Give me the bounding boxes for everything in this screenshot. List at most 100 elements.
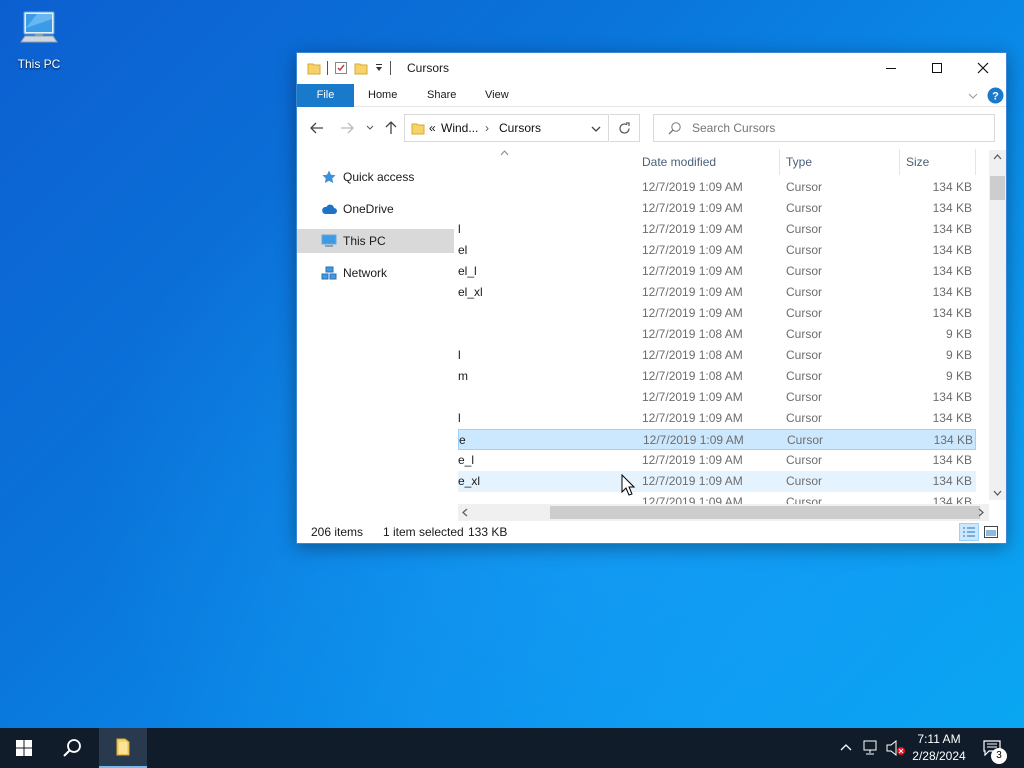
- start-button[interactable]: [0, 728, 48, 768]
- type-cell: Cursor: [786, 348, 823, 362]
- minimize-button[interactable]: [868, 53, 914, 83]
- refresh-button[interactable]: [610, 114, 640, 142]
- nav-item-quick-access[interactable]: Quick access: [297, 165, 454, 189]
- recent-locations-button[interactable]: [360, 118, 380, 138]
- type-cell: Cursor: [786, 369, 823, 383]
- expand-ribbon-icon[interactable]: [968, 92, 978, 100]
- file-name: e_xl: [458, 474, 481, 488]
- date-modified-cell: 12/7/2019 1:09 AM: [642, 201, 743, 215]
- type-cell: Cursor: [787, 433, 824, 447]
- horizontal-scrollbar[interactable]: [458, 504, 989, 521]
- help-icon[interactable]: ?: [987, 87, 1004, 104]
- size-cell: 9 KB: [945, 327, 972, 341]
- table-row[interactable]: 12/7/2019 1:08 AM Cursor 9 KB: [458, 324, 976, 345]
- table-row[interactable]: el 12/7/2019 1:09 AM Cursor 134 KB: [458, 240, 976, 261]
- tab-file[interactable]: File: [297, 84, 354, 107]
- forward-button[interactable]: [337, 118, 357, 138]
- table-row[interactable]: l 12/7/2019 1:08 AM Cursor 9 KB: [458, 345, 976, 366]
- details-view-icon[interactable]: [959, 523, 979, 541]
- scroll-left-icon[interactable]: [462, 508, 468, 517]
- table-row[interactable]: m 12/7/2019 1:08 AM Cursor 9 KB: [458, 366, 976, 387]
- file-name: l: [458, 222, 461, 236]
- column-type[interactable]: Type: [780, 149, 900, 175]
- selection-size: 133 KB: [468, 525, 508, 539]
- folder-icon: [411, 123, 425, 135]
- item-count: 206 items: [311, 525, 364, 539]
- tab-home[interactable]: Home: [368, 84, 397, 107]
- title-bar[interactable]: Cursors: [297, 53, 1006, 83]
- vertical-scrollbar[interactable]: [989, 150, 1006, 500]
- computer-icon: [20, 11, 58, 43]
- scroll-up-icon[interactable]: [993, 154, 1002, 160]
- file-list[interactable]: Date modified Type Size 12/7/2019 1:09 A…: [458, 145, 978, 505]
- address-bar[interactable]: « Wind... › Cursors: [404, 114, 609, 142]
- maximize-icon: [932, 63, 942, 73]
- search-button[interactable]: [48, 728, 96, 768]
- table-row[interactable]: 12/7/2019 1:09 AM Cursor 134 KB: [458, 303, 976, 324]
- toolbar-divider: [390, 61, 391, 75]
- tab-view[interactable]: View: [485, 84, 509, 107]
- network-status-icon[interactable]: [862, 740, 880, 756]
- date-modified-cell: 12/7/2019 1:09 AM: [642, 222, 743, 236]
- table-row[interactable]: e_l 12/7/2019 1:09 AM Cursor 134 KB: [458, 450, 976, 471]
- maximize-button[interactable]: [914, 53, 960, 83]
- type-cell: Cursor: [786, 180, 823, 194]
- size-cell: 134 KB: [932, 201, 972, 215]
- type-cell: Cursor: [786, 453, 823, 467]
- table-row[interactable]: el_xl 12/7/2019 1:09 AM Cursor 134 KB: [458, 282, 976, 303]
- table-row[interactable]: e_xl 12/7/2019 1:09 AM Cursor 134 KB: [458, 471, 976, 492]
- close-button[interactable]: [960, 53, 1006, 83]
- type-cell: Cursor: [786, 201, 823, 215]
- windows-logo-icon: [16, 740, 32, 756]
- properties-icon[interactable]: [334, 61, 348, 75]
- table-row[interactable]: l 12/7/2019 1:09 AM Cursor 134 KB: [458, 408, 976, 429]
- column-name[interactable]: [458, 149, 636, 175]
- nav-item-label: This PC: [343, 234, 386, 248]
- scroll-right-icon[interactable]: [978, 508, 984, 517]
- nav-item-network[interactable]: Network: [297, 261, 454, 285]
- large-icons-view-icon[interactable]: [983, 525, 999, 539]
- volume-muted-icon[interactable]: [886, 740, 906, 756]
- date-modified-cell: 12/7/2019 1:08 AM: [642, 348, 743, 362]
- file-explorer-window[interactable]: Cursors File Home Share View ? « Wind...…: [296, 52, 1007, 544]
- quick-access-toolbar: [307, 61, 391, 75]
- scroll-down-icon[interactable]: [993, 490, 1002, 496]
- search-box[interactable]: [653, 114, 995, 142]
- folder-icon: [116, 738, 130, 756]
- breadcrumb-overflow[interactable]: «: [429, 121, 436, 135]
- table-row[interactable]: 12/7/2019 1:09 AM Cursor 134 KB: [458, 198, 976, 219]
- system-clock[interactable]: 7:11 AM 2/28/2024: [906, 731, 972, 765]
- nav-item-onedrive[interactable]: OneDrive: [297, 197, 454, 221]
- clock-time: 7:11 AM: [917, 732, 961, 746]
- column-size[interactable]: Size: [900, 149, 976, 175]
- tab-share[interactable]: Share: [427, 84, 456, 107]
- column-date-modified[interactable]: Date modified: [636, 149, 780, 175]
- column-headers: Date modified Type Size: [458, 149, 978, 175]
- svg-text:?: ?: [992, 91, 999, 103]
- chevron-up-icon[interactable]: [840, 743, 852, 751]
- sort-ascending-icon: [500, 150, 509, 156]
- breadcrumb-cursors[interactable]: Cursors: [499, 121, 541, 135]
- breadcrumb-windows[interactable]: Wind...: [441, 121, 478, 135]
- table-row[interactable]: 12/7/2019 1:09 AM Cursor 134 KB: [458, 387, 976, 408]
- new-folder-icon[interactable]: [354, 61, 368, 75]
- chevron-down-icon[interactable]: [591, 126, 601, 133]
- size-cell: 134 KB: [932, 222, 972, 236]
- size-cell: 134 KB: [932, 285, 972, 299]
- desktop-icon-this-pc[interactable]: This PC: [12, 8, 66, 71]
- search-icon: [63, 739, 81, 757]
- file-name: e_l: [458, 453, 475, 467]
- back-button[interactable]: [307, 118, 327, 138]
- table-row[interactable]: l 12/7/2019 1:09 AM Cursor 134 KB: [458, 219, 976, 240]
- up-button[interactable]: [381, 118, 401, 138]
- table-row[interactable]: el_l 12/7/2019 1:09 AM Cursor 134 KB: [458, 261, 976, 282]
- nav-item-this-pc[interactable]: This PC: [297, 229, 454, 253]
- search-input[interactable]: [692, 120, 972, 136]
- size-cell: 134 KB: [932, 306, 972, 320]
- scrollbar-thumb[interactable]: [550, 506, 980, 519]
- table-row[interactable]: 12/7/2019 1:09 AM Cursor 134 KB: [458, 177, 976, 198]
- taskbar-file-explorer[interactable]: [99, 728, 147, 768]
- scrollbar-thumb[interactable]: [990, 176, 1005, 200]
- chevron-down-icon[interactable]: [374, 63, 384, 73]
- table-row[interactable]: e 12/7/2019 1:09 AM Cursor 134 KB: [458, 429, 976, 450]
